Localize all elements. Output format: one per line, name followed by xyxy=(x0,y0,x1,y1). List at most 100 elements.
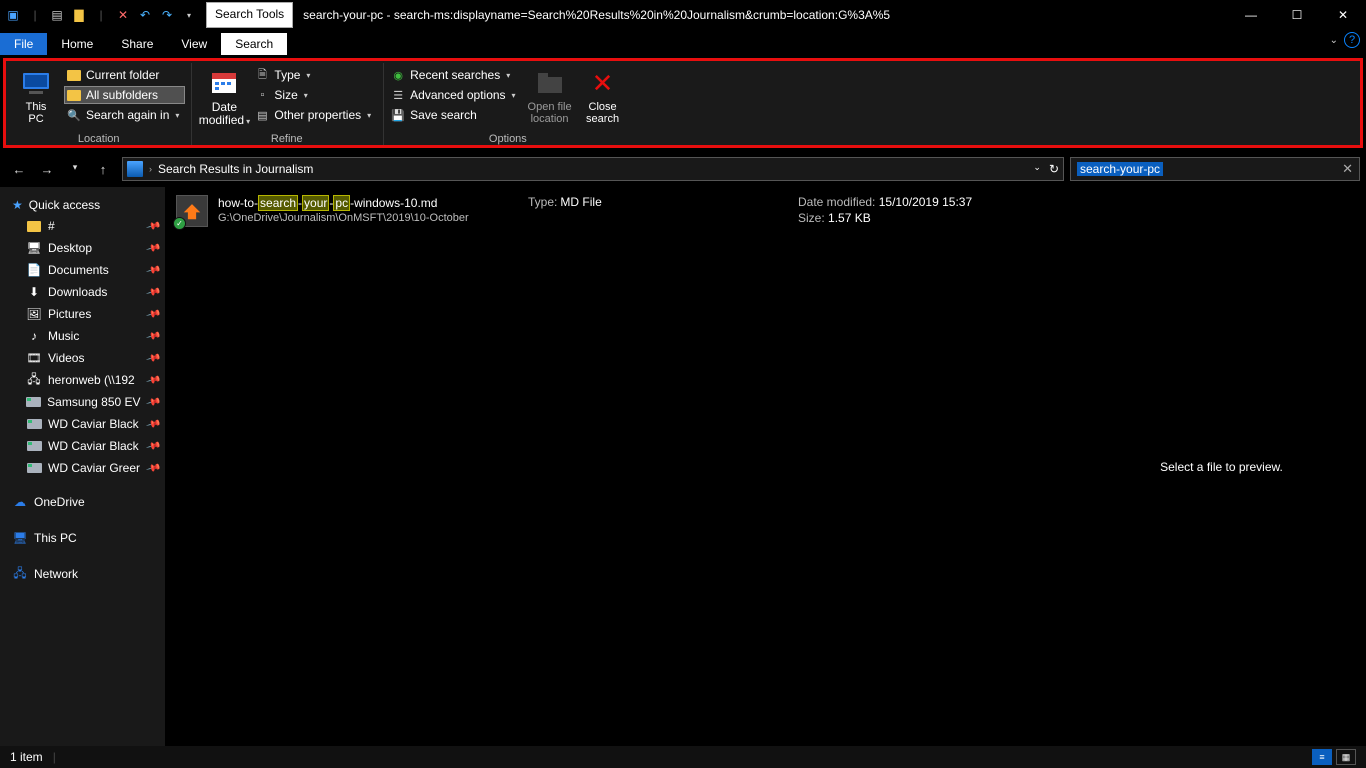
sidebar-item[interactable]: 🖥Desktop📌 xyxy=(0,237,165,259)
save-search-button[interactable]: 💾Save search xyxy=(388,106,521,124)
pin-icon: 📌 xyxy=(145,372,161,388)
navigation-pane[interactable]: ★Quick access #📌🖥Desktop📌📄Documents📌⬇Dow… xyxy=(0,187,166,746)
tab-view[interactable]: View xyxy=(167,33,221,55)
address-bar[interactable]: › Search Results in Journalism ⌄ ↻ xyxy=(122,157,1064,181)
help-icon[interactable]: ? xyxy=(1344,32,1360,48)
ribbon-group-location: This PC Current folder All subfolders 🔍S… xyxy=(8,63,192,145)
undo-icon[interactable]: ↶ xyxy=(136,6,154,24)
search-again-in-button[interactable]: 🔍Search again in▾ xyxy=(64,106,185,124)
results-pane[interactable]: ✓ how-to-search-your-pc-windows-10.md G:… xyxy=(166,187,1076,746)
pictures-icon: 🖼 xyxy=(26,306,42,322)
address-dropdown-icon[interactable]: ⌄ xyxy=(1033,162,1041,176)
minimize-button[interactable]: — xyxy=(1228,0,1274,30)
advanced-icon: ☰ xyxy=(390,87,406,103)
tab-file[interactable]: File xyxy=(0,33,47,55)
forward-button[interactable]: → xyxy=(38,162,56,177)
sidebar-item[interactable]: WD Caviar Black📌 xyxy=(0,435,165,457)
quick-access-toolbar: ▣ | ▤ ▇ | ✕ ↶ ↷ ▾ xyxy=(0,6,198,24)
drive-icon xyxy=(26,416,42,432)
collapse-ribbon-icon[interactable]: ⌄ xyxy=(1330,35,1338,46)
sync-badge-icon: ✓ xyxy=(173,217,186,230)
pin-icon: 📌 xyxy=(145,284,161,300)
type-button[interactable]: 🗎Type▾ xyxy=(252,66,377,84)
open-file-location-button[interactable]: Open file location xyxy=(522,65,578,131)
close-search-button[interactable]: ✕ Close search xyxy=(578,65,628,131)
ribbon-group-refine: Date modified▾ 🗎Type▾ ▫Size▾ ▤Other prop… xyxy=(192,63,384,145)
chevron-down-icon: ▾ xyxy=(304,91,308,100)
sidebar-item[interactable]: 🖧 heronweb (\\192 📌 xyxy=(0,369,165,391)
pin-icon: 📌 xyxy=(145,306,161,322)
folder-icon xyxy=(26,218,42,234)
pin-icon: 📌 xyxy=(145,328,161,344)
navigation-bar: ← → ▾ ↑ › Search Results in Journalism ⌄… xyxy=(0,154,1366,184)
chevron-down-icon: ▾ xyxy=(367,111,371,120)
ribbon-tabs: File Home Share View Search ⌄ ? xyxy=(0,30,1366,55)
search-tools-contextual-tab: Search Tools xyxy=(206,2,293,28)
quick-access-header[interactable]: ★Quick access xyxy=(0,195,165,215)
sidebar-item[interactable]: WD Caviar Black📌 xyxy=(0,413,165,435)
sidebar-network[interactable]: 🖧Network xyxy=(0,561,165,587)
close-button[interactable]: ✕ xyxy=(1320,0,1366,30)
close-icon: ✕ xyxy=(587,67,619,99)
type-icon: 🗎 xyxy=(254,67,270,83)
file-size: Size: 1.57 KB xyxy=(798,211,972,225)
refresh-icon[interactable]: ↻ xyxy=(1049,162,1059,176)
save-icon: 💾 xyxy=(390,107,406,123)
sidebar-item[interactable]: WD Caviar Greer📌 xyxy=(0,457,165,479)
search-result-row[interactable]: ✓ how-to-search-your-pc-windows-10.md G:… xyxy=(166,187,1076,235)
sidebar-item[interactable]: 📄Documents📌 xyxy=(0,259,165,281)
chevron-right-icon: › xyxy=(149,164,152,174)
network-drive-icon: 🖧 xyxy=(26,372,42,388)
up-button[interactable]: ↑ xyxy=(94,162,112,177)
date-modified-button[interactable]: Date modified▾ xyxy=(196,65,252,131)
tab-share[interactable]: Share xyxy=(107,33,167,55)
recent-locations-button[interactable]: ▾ xyxy=(66,162,84,177)
drive-icon xyxy=(26,438,42,454)
maximize-button[interactable]: ☐ xyxy=(1274,0,1320,30)
other-properties-button[interactable]: ▤Other properties▾ xyxy=(252,106,377,124)
app-icon: ▣ xyxy=(4,6,22,24)
main-area: ★Quick access #📌🖥Desktop📌📄Documents📌⬇Dow… xyxy=(0,187,1366,746)
pin-icon: 📌 xyxy=(145,416,161,432)
sidebar-onedrive[interactable]: ☁OneDrive xyxy=(0,489,165,515)
tab-search[interactable]: Search xyxy=(221,33,287,55)
folder-icon xyxy=(66,67,82,83)
size-button[interactable]: ▫Size▾ xyxy=(252,86,377,104)
search-query-text[interactable]: search-your-pc xyxy=(1077,162,1163,176)
advanced-options-button[interactable]: ☰Advanced options▾ xyxy=(388,86,521,104)
pin-icon: 📌 xyxy=(145,350,161,366)
qat-dropdown-icon[interactable]: ▾ xyxy=(180,6,198,24)
sidebar-item[interactable]: ♪Music📌 xyxy=(0,325,165,347)
file-path: G:\OneDrive\Journalism\OnMSFT\2019\10-Oc… xyxy=(218,212,498,224)
details-view-button[interactable]: ≡ xyxy=(1312,749,1332,765)
recent-searches-button[interactable]: ◉Recent searches▾ xyxy=(388,66,521,84)
sidebar-item-label: Pictures xyxy=(48,307,91,321)
back-button[interactable]: ← xyxy=(10,162,28,177)
redo-icon[interactable]: ↷ xyxy=(158,6,176,24)
drive-icon xyxy=(26,394,41,410)
search-icon: 🔍 xyxy=(66,107,82,123)
sidebar-item[interactable]: ⬇Downloads📌 xyxy=(0,281,165,303)
properties-icon[interactable]: ▤ xyxy=(48,6,66,24)
clear-search-icon[interactable]: ✕ xyxy=(1342,161,1353,177)
current-folder-button[interactable]: Current folder xyxy=(64,66,185,84)
sidebar-item[interactable]: 🎞Videos📌 xyxy=(0,347,165,369)
new-folder-icon[interactable]: ▇ xyxy=(70,6,88,24)
tab-home[interactable]: Home xyxy=(47,33,107,55)
pin-icon: 📌 xyxy=(145,460,161,476)
sidebar-item[interactable]: #📌 xyxy=(0,215,165,237)
close-search-label: Close search xyxy=(586,101,619,125)
sidebar-item-label: WD Caviar Black xyxy=(48,439,139,453)
search-box[interactable]: search-your-pc ✕ xyxy=(1070,157,1360,181)
sidebar-item[interactable]: Samsung 850 EV📌 xyxy=(0,391,165,413)
pin-icon: 📌 xyxy=(145,218,161,234)
sidebar-item-label: heronweb (\\192 xyxy=(48,373,135,387)
this-pc-button[interactable]: This PC xyxy=(12,65,60,131)
breadcrumb[interactable]: Search Results in Journalism xyxy=(158,162,313,176)
sidebar-item[interactable]: 🖼 Pictures 📌 xyxy=(0,303,165,325)
delete-icon[interactable]: ✕ xyxy=(114,6,132,24)
sidebar-this-pc[interactable]: 🖥This PC xyxy=(0,525,165,551)
all-subfolders-button[interactable]: All subfolders xyxy=(64,86,185,104)
star-icon: ★ xyxy=(12,198,23,212)
thumbnails-view-button[interactable]: ▦ xyxy=(1336,749,1356,765)
